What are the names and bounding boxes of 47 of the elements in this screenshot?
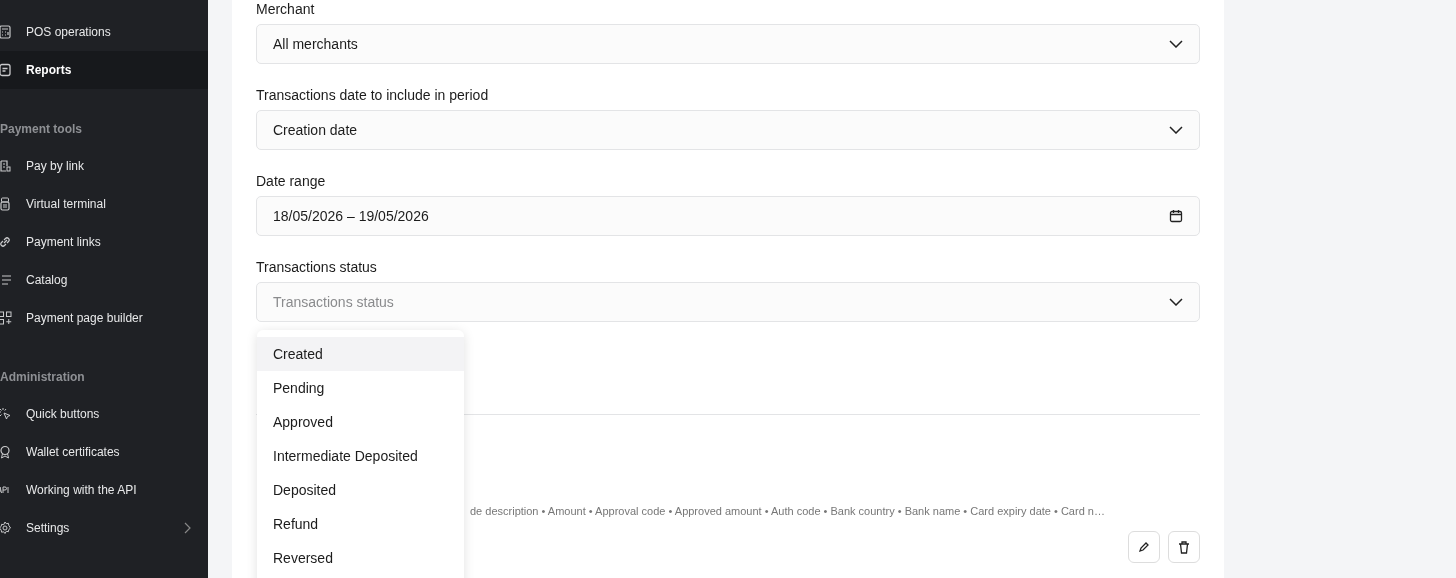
sidebar-item[interactable]: Settings [0,509,208,547]
menu-option[interactable]: Intermediate Deposited [257,439,464,473]
grid-add-icon [0,311,12,325]
date-range-field[interactable]: 18/05/2026 – 19/05/2026 [256,196,1200,236]
cursor-click-icon [0,407,12,421]
menu-option[interactable]: Deposited [257,473,464,507]
field-label: Transactions date to include in period [256,86,490,104]
sidebar-item[interactable]: Quick buttons [0,395,208,433]
menu-option[interactable]: Approved [257,405,464,439]
settings-icon [0,521,12,535]
sidebar-item[interactable]: Working with the API [0,471,208,509]
terminal-icon [0,197,12,211]
edit-button[interactable] [1128,531,1160,563]
field-label: Merchant [256,0,316,18]
select-field[interactable]: All merchants [256,24,1200,64]
sidebar-item[interactable]: Virtual terminal [0,185,208,223]
sidebar-item[interactable]: Payment links [0,223,208,261]
section-heading: Payment tools [0,121,84,138]
field-label: Transactions status [256,258,378,276]
sidebar-item[interactable]: Reports [0,51,208,89]
sidebar-item[interactable]: Catalog [0,261,208,299]
pencil-icon [1137,540,1151,554]
menu-option[interactable]: Refund [257,507,464,541]
field-label: Date range [256,172,327,190]
trash-icon [1177,540,1191,554]
calendar-icon [1169,209,1183,223]
list-icon [0,273,12,287]
calculator-icon [0,25,12,39]
sidebar-item[interactable]: Payment page builder [0,299,208,337]
section-heading: Administration [0,369,86,386]
sidebar-item[interactable]: Wallet certificates [0,433,208,471]
chevron-down-icon [1169,298,1183,306]
award-icon [0,445,12,459]
chevron-right-icon [183,522,191,534]
sidebar-item[interactable]: Pay by link [0,147,208,185]
sidebar-item[interactable]: POS operations [0,13,208,51]
chevron-down-icon [1169,40,1183,48]
menu-option[interactable]: Created [257,337,464,371]
delete-button[interactable] [1168,531,1200,563]
chevron-down-icon [1169,126,1183,134]
menu-option[interactable]: Reversed [257,541,464,575]
select-field[interactable]: Creation date [256,110,1200,150]
menu-option[interactable]: Pending [257,371,464,405]
document-icon [0,63,12,77]
receipt-icon [0,159,12,173]
link-icon [0,235,12,249]
columns-summary: de description • Amount • Approval code • Approved amount • Auth code • Bank country • Bank name • Card expiry date • Card n… [470,505,1106,517]
